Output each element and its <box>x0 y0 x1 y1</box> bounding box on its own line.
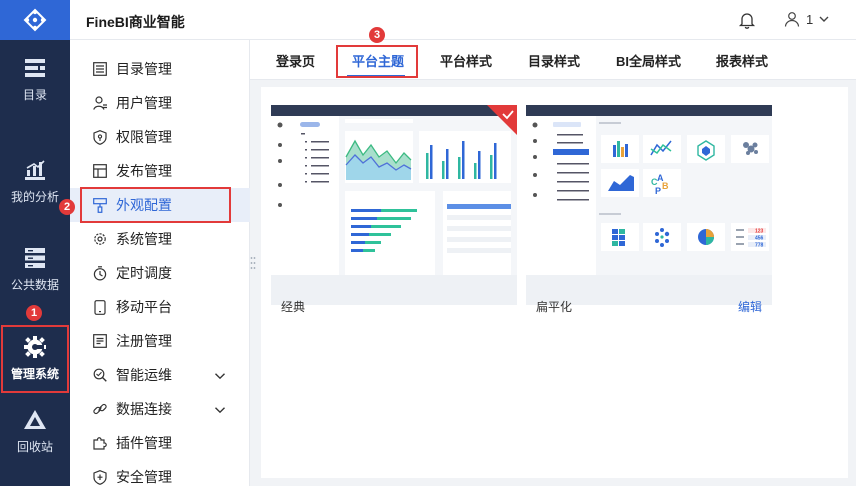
submenu-label: 智能运维 <box>116 367 172 383</box>
highlight-box <box>80 187 231 223</box>
submenu-label: 插件管理 <box>116 435 172 451</box>
svg-text:456: 456 <box>755 235 764 241</box>
submenu-item-system[interactable]: 系统管理 <box>70 222 250 256</box>
theme-gallery: 经典 C A B P 123 456 778 扁平化 编辑 <box>261 87 848 478</box>
theme-name: 经典 <box>281 300 306 314</box>
submenu-item-registration[interactable]: 注册管理 <box>70 324 250 358</box>
app-title: FineBI商业智能 <box>86 14 185 30</box>
svg-text:B: B <box>662 181 669 191</box>
shield-icon <box>92 129 108 145</box>
admin-submenu: 目录管理 用户管理 权限管理 发布管理 外观配置 系统管理 定时调度 移动平台 … <box>70 40 250 486</box>
timer-icon <box>92 265 108 281</box>
user-icon <box>784 11 800 27</box>
rail-item-label: 回收站 <box>16 440 53 454</box>
submenu-item-publish[interactable]: 发布管理 <box>70 154 250 188</box>
submenu-item-plugins[interactable]: 插件管理 <box>70 426 250 460</box>
step-badge-3: 3 <box>369 27 385 43</box>
chevron-down-icon <box>818 13 830 25</box>
theme-card-classic[interactable]: 经典 <box>271 105 517 314</box>
submenu-label: 发布管理 <box>116 163 172 179</box>
register-icon <box>92 333 108 349</box>
submenu-label: 目录管理 <box>116 61 172 77</box>
ops-icon <box>92 367 108 383</box>
user-menu[interactable]: 1 <box>784 11 830 27</box>
submenu-item-smart-ops[interactable]: 智能运维 <box>70 358 250 392</box>
user-icon <box>92 95 108 111</box>
submenu-item-data-connection[interactable]: 数据连接 <box>70 392 250 426</box>
step-badge-2: 2 <box>59 199 75 215</box>
cog-icon <box>92 231 108 247</box>
submenu-label: 数据连接 <box>116 401 172 417</box>
list-icon <box>92 61 108 77</box>
security-icon <box>92 469 108 485</box>
recycle-icon <box>24 409 46 431</box>
catalog-icon <box>24 57 46 79</box>
highlight-box <box>1 325 69 393</box>
submenu-label: 安全管理 <box>116 469 172 485</box>
svg-text:778: 778 <box>755 242 764 248</box>
submenu-label: 用户管理 <box>116 95 172 111</box>
rail-item-label: 我的分析 <box>10 190 59 204</box>
svg-text:P: P <box>655 186 661 196</box>
tab-catalog-style[interactable]: 目录样式 <box>528 40 580 80</box>
database-icon <box>24 247 46 269</box>
user-name: 1 <box>806 11 814 27</box>
submenu-item-schedule[interactable]: 定时调度 <box>70 256 250 290</box>
chevron-down-icon[interactable] <box>214 369 226 381</box>
theme-preview-flat: C A B P 123 456 778 <box>526 105 772 275</box>
theme-preview-classic <box>271 105 517 275</box>
logo-icon[interactable] <box>0 0 70 40</box>
submenu-label: 定时调度 <box>116 265 172 281</box>
submenu-item-catalog[interactable]: 目录管理 <box>70 52 250 86</box>
submenu-label: 权限管理 <box>116 129 172 145</box>
tab-bi-global-style[interactable]: BI全局样式 <box>616 40 681 80</box>
link-icon <box>92 401 108 417</box>
top-header: FineBI商业智能 1 <box>70 0 856 40</box>
submenu-label: 系统管理 <box>116 231 172 247</box>
bell-icon[interactable] <box>738 11 756 29</box>
nav-rail: 目录 我的分析 公共数据 管理系统 回收站 <box>0 0 70 486</box>
submenu-item-mobile[interactable]: 移动平台 <box>70 290 250 324</box>
highlight-box <box>336 45 418 78</box>
submenu-item-users[interactable]: 用户管理 <box>70 86 250 120</box>
plugin-icon <box>92 435 108 451</box>
edit-theme-link[interactable]: 编辑 <box>738 298 762 315</box>
chevron-down-icon[interactable] <box>214 403 226 415</box>
tab-login-page[interactable]: 登录页 <box>276 40 315 80</box>
rail-item-recycle-bin[interactable]: 回收站 <box>0 398 70 466</box>
rail-item-public-data[interactable]: 公共数据 <box>0 236 70 304</box>
submenu-label: 移动平台 <box>116 299 172 315</box>
rail-item-label: 公共数据 <box>10 278 59 292</box>
rail-item-catalog[interactable]: 目录 <box>0 46 70 114</box>
submenu-label: 注册管理 <box>116 333 172 349</box>
splitter-handle[interactable] <box>250 256 256 270</box>
rail-item-label: 目录 <box>22 88 47 102</box>
submenu-item-permissions[interactable]: 权限管理 <box>70 120 250 154</box>
tab-platform-style[interactable]: 平台样式 <box>440 40 492 80</box>
step-badge-1: 1 <box>26 305 42 321</box>
svg-text:123: 123 <box>755 228 764 234</box>
theme-name: 扁平化 <box>536 300 573 314</box>
chart-icon <box>24 159 46 181</box>
publish-icon <box>92 163 108 179</box>
tab-report-style[interactable]: 报表样式 <box>716 40 768 80</box>
theme-card-flat[interactable]: C A B P 123 456 778 扁平化 编辑 <box>526 105 772 314</box>
mobile-icon <box>92 299 108 315</box>
submenu-item-security[interactable]: 安全管理 <box>70 460 250 486</box>
